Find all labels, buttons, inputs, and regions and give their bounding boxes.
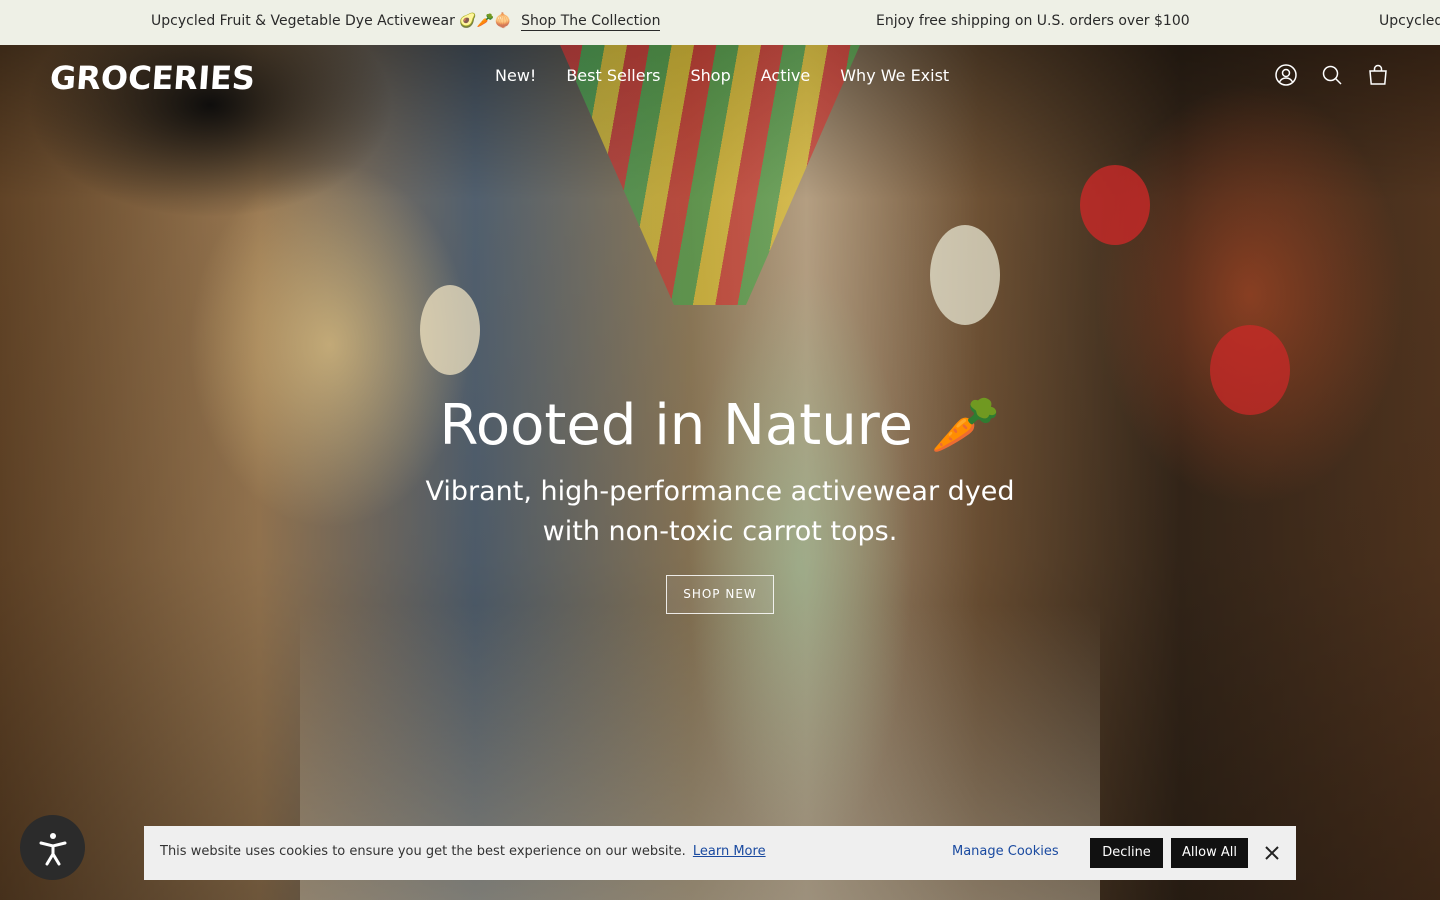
nav-item-best-sellers[interactable]: Best Sellers <box>566 66 660 85</box>
shop-collection-link[interactable]: Shop The Collection <box>521 13 661 31</box>
accessibility-button[interactable] <box>20 815 85 880</box>
shipping-message: Enjoy free shipping on U.S. orders over … <box>876 13 1190 29</box>
account-icon[interactable] <box>1274 63 1298 87</box>
cookie-text: This website uses cookies to ensure you … <box>160 844 686 859</box>
cart-icon[interactable] <box>1366 63 1390 87</box>
nav-item-active[interactable]: Active <box>761 66 811 85</box>
main-nav: New! Best Sellers Shop Active Why We Exi… <box>495 66 949 85</box>
close-icon[interactable] <box>1262 843 1282 863</box>
site-logo[interactable]: GROCERIES <box>49 59 257 97</box>
hero-subtitle: Vibrant, high-performance activewear dye… <box>425 476 1015 547</box>
lantern-decoration <box>1080 165 1150 245</box>
nav-item-shop[interactable]: Shop <box>690 66 730 85</box>
decline-button[interactable]: Decline <box>1090 838 1163 868</box>
announcement-bar: Upcycled Fruit & Vegetable Dye Activewea… <box>0 0 1440 45</box>
lantern-decoration <box>420 285 480 375</box>
nav-item-why-we-exist[interactable]: Why We Exist <box>840 66 949 85</box>
learn-more-link[interactable]: Learn More <box>693 844 766 859</box>
cookie-banner: This website uses cookies to ensure you … <box>144 826 1296 880</box>
announcement-text: Upcycled Fruit & Vegetable Dye Activewea… <box>151 13 512 29</box>
nav-item-new[interactable]: New! <box>495 66 536 85</box>
allow-all-button[interactable]: Allow All <box>1171 838 1248 868</box>
search-icon[interactable] <box>1320 63 1344 87</box>
site-header: GROCERIES New! Best Sellers Shop Active … <box>0 45 1440 107</box>
manage-cookies-link[interactable]: Manage Cookies <box>952 844 1059 859</box>
cookie-message: This website uses cookies to ensure you … <box>160 844 766 859</box>
lantern-decoration <box>930 225 1000 325</box>
hero-title: Rooted in Nature 🥕 <box>439 393 1001 458</box>
announcement-message: Upcycled Fruit & Vegetable Dye Activewea… <box>151 13 661 31</box>
header-icons <box>1274 63 1390 87</box>
announcement-message-repeat: Upcycled <box>1379 13 1440 29</box>
shop-new-button[interactable]: SHOP NEW <box>666 575 774 614</box>
accessibility-icon <box>39 832 66 865</box>
